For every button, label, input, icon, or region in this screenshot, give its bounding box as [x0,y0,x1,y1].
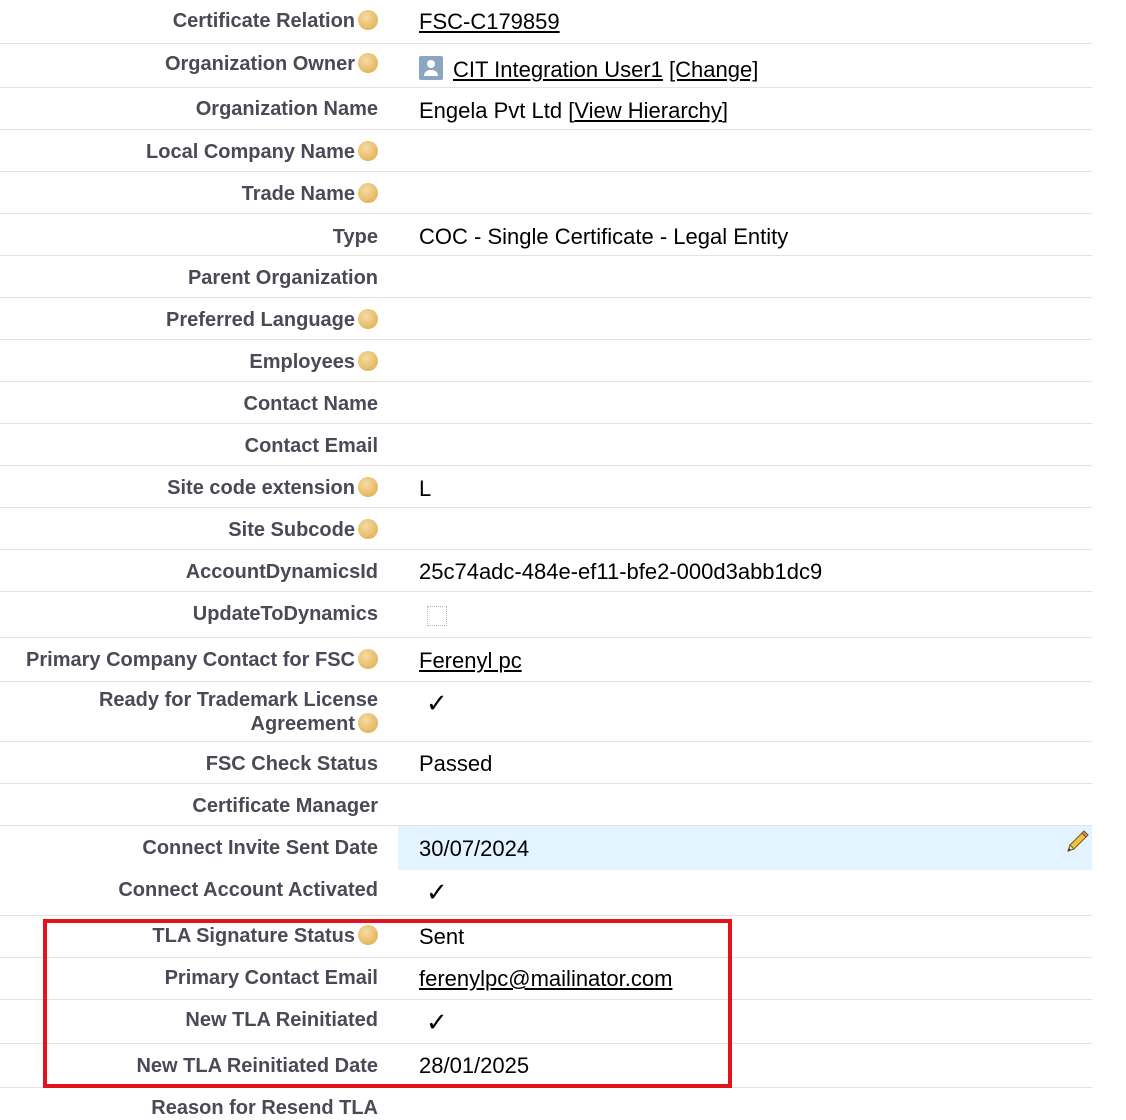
help-icon[interactable] [358,713,378,733]
field-label: Parent Organization [187,267,378,289]
field-label: Contact Name [243,393,378,415]
primary-company-contact-link[interactable]: Ferenyl pc [419,648,522,673]
field-label: Preferred Language [0,308,378,332]
field-label: Certificate Relation [0,9,378,33]
field-label: Organization Owner [0,52,378,76]
field-label: Reason for Resend TLA [151,1097,378,1119]
row-contact-name: Contact Name [0,382,1092,424]
row-local-company-name: Local Company Name [0,130,1092,172]
field-label: Primary Contact Email [164,967,378,989]
connect-account-activated-checkmark: ✓ [426,877,448,907]
field-label: New TLA Reinitiated [185,1009,378,1031]
new-tla-reinitiated-date-value: 28/01/2025 [419,1053,530,1078]
help-icon[interactable] [358,925,378,945]
field-label: AccountDynamicsId [185,561,378,583]
row-type: Type COC - Single Certificate - Legal En… [0,214,1092,256]
account-dynamics-id-value: 25c74adc-484e-ef11-bfe2-000d3abb1dc9 [419,559,823,584]
row-employees: Employees [0,340,1092,382]
ready-for-tla-checkmark: ✓ [426,688,448,718]
field-label: Ready for Trademark License Agreement [98,689,378,735]
help-icon[interactable] [358,649,378,669]
certificate-relation-link[interactable]: FSC-C179859 [419,9,560,34]
tla-signature-status-value: Sent [419,924,465,949]
row-fsc-check-status: FSC Check Status Passed [0,742,1092,784]
help-icon[interactable] [358,351,378,371]
field-label: New TLA Reinitiated Date [136,1055,378,1077]
organization-name-value: Engela Pvt Ltd [419,98,563,123]
help-icon[interactable] [358,519,378,539]
field-label: FSC Check Status [205,753,378,775]
row-primary-company-contact: Primary Company Contact for FSC Ferenyl … [0,638,1092,682]
change-owner-link[interactable]: [Change] [669,57,758,82]
row-contact-email: Contact Email [0,424,1092,466]
row-account-dynamics-id: AccountDynamicsId 25c74adc-484e-ef11-bfe… [0,550,1092,592]
row-certificate-relation: Certificate Relation FSC-C179859 [0,0,1092,44]
row-new-tla-reinitiated: New TLA Reinitiated ✓ [0,1000,1092,1044]
help-icon[interactable] [358,183,378,203]
fsc-check-status-value: Passed [419,751,493,776]
field-label: TLA Signature Status [0,924,378,948]
field-label: Type [332,226,378,248]
editable-value-cell[interactable]: 30/07/2024 [398,826,1092,870]
field-label: Local Company Name [0,140,378,164]
connect-invite-sent-date-value: 30/07/2024 [419,836,530,861]
update-to-dynamics-checkbox [427,606,447,626]
row-certificate-manager: Certificate Manager [0,784,1092,826]
row-reason-for-resend-tla: Reason for Resend TLA [0,1088,1092,1120]
field-label: Certificate Manager [192,795,378,817]
row-organization-name: Organization Name Engela Pvt Ltd [View H… [0,88,1092,130]
owner-link[interactable]: CIT Integration User1 [453,57,663,82]
help-icon[interactable] [358,10,378,30]
pencil-icon[interactable] [1064,829,1090,855]
help-icon[interactable] [358,141,378,161]
row-primary-contact-email: Primary Contact Email ferenylpc@mailinat… [0,958,1092,1000]
view-hierarchy-link[interactable]: View Hierarchy [574,98,722,123]
row-update-to-dynamics: UpdateToDynamics [0,592,1092,638]
type-value: COC - Single Certificate - Legal Entity [419,224,789,249]
row-site-subcode: Site Subcode [0,508,1092,550]
row-organization-owner: Organization Owner CIT Integration User1… [0,44,1092,88]
field-label: Trade Name [0,182,378,206]
help-icon[interactable] [358,309,378,329]
field-label: Connect Invite Sent Date [142,837,378,859]
primary-contact-email-link[interactable]: ferenylpc@mailinator.com [419,966,672,991]
row-parent-organization: Parent Organization [0,256,1092,298]
field-label: Employees [0,350,378,374]
field-label: UpdateToDynamics [192,603,378,625]
field-label: Site code extension [0,476,378,500]
field-label: Site Subcode [0,518,378,542]
row-connect-account-activated: Connect Account Activated ✓ [0,870,1092,916]
new-tla-reinitiated-checkmark: ✓ [426,1007,448,1037]
field-label: Contact Email [244,435,378,457]
row-ready-for-tla: Ready for Trademark License Agreement ✓ [0,682,1092,742]
row-trade-name: Trade Name [0,172,1092,214]
field-label: Connect Account Activated [118,879,378,901]
field-label: Primary Company Contact for FSC [0,648,378,672]
help-icon[interactable] [358,53,378,73]
row-tla-signature-status: TLA Signature Status Sent [0,916,1092,958]
row-preferred-language: Preferred Language [0,298,1092,340]
site-code-extension-value: L [419,476,432,501]
help-icon[interactable] [358,477,378,497]
field-label: Organization Name [195,98,378,120]
account-detail-section: Certificate Relation FSC-C179859 Organiz… [0,0,1126,1120]
row-connect-invite-sent-date: Connect Invite Sent Date 30/07/2024 [0,826,1092,870]
row-new-tla-reinitiated-date: New TLA Reinitiated Date 28/01/2025 [0,1044,1092,1088]
row-site-code-extension: Site code extension L [0,466,1092,508]
user-icon [419,56,443,80]
